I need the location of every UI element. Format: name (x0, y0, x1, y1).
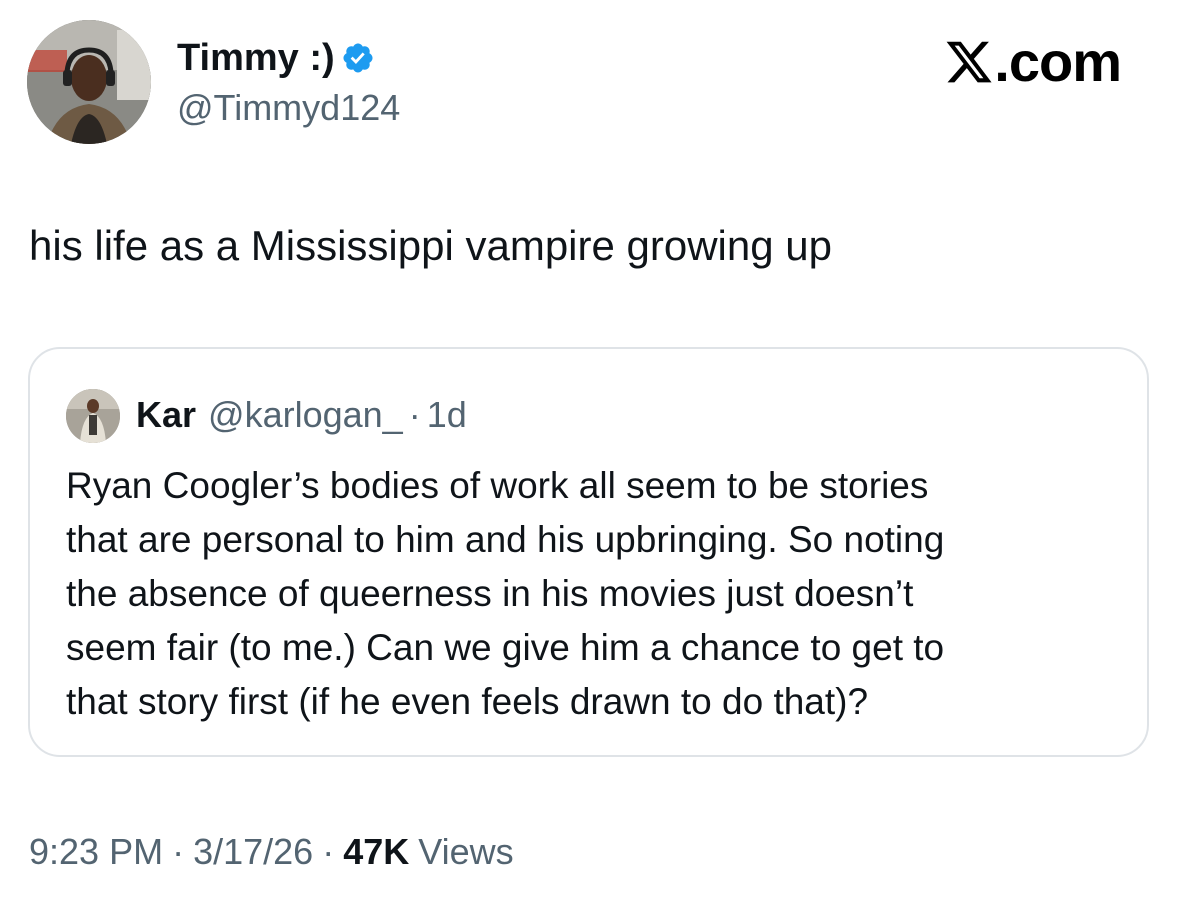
quoted-tweet-line: that story first (if he even feels drawn… (66, 681, 869, 722)
brand-domain-text: .com (994, 30, 1122, 93)
author-display-name[interactable]: Timmy :) (177, 36, 335, 80)
quoted-tweet-card[interactable]: Kar @karlogan_ · 1d Ryan Coogler’s bodie… (28, 347, 1149, 757)
quoted-tweet-line: Ryan Coogler’s bodies of work all seem t… (66, 465, 929, 506)
verified-badge-icon[interactable] (341, 41, 375, 75)
quoted-tweet-line: seem fair (to me.) Can we give him a cha… (66, 627, 945, 668)
quoted-tweet-text: Ryan Coogler’s bodies of work all seem t… (66, 459, 1126, 729)
quoted-tweet-header: Kar @karlogan_ · 1d (136, 391, 467, 439)
header-separator: · (408, 394, 421, 435)
tweet-text: his life as a Mississippi vampire growin… (29, 222, 832, 269)
author-name-row: Timmy :) (177, 36, 375, 80)
meta-separator: · (172, 831, 185, 872)
views-count[interactable]: 47K (343, 828, 409, 876)
x-logo-icon (944, 37, 994, 87)
meta-separator: · (322, 831, 335, 872)
tweet-time[interactable]: 9:23 PM (29, 828, 163, 876)
quoted-tweet-line: the absence of queerness in his movies j… (66, 573, 914, 614)
quoted-tweet-line: that are personal to him and his upbring… (66, 519, 945, 560)
quoted-author-name[interactable]: Kar (136, 391, 196, 439)
tweet-meta: 9:23 PM · 3/17/26 · 47K Views (29, 828, 514, 876)
quoted-tweet-time[interactable]: 1d (427, 391, 467, 439)
author-avatar[interactable] (27, 20, 151, 144)
tweet-date[interactable]: 3/17/26 (193, 828, 313, 876)
quoted-author-handle[interactable]: @karlogan_ (208, 391, 403, 439)
views-label: Views (418, 831, 514, 872)
brand-watermark: .com (944, 30, 1122, 94)
author-handle[interactable]: @Timmyd124 (177, 86, 400, 130)
author-avatar-photo (27, 20, 151, 144)
quoted-author-avatar-photo (66, 389, 120, 443)
quoted-author-avatar[interactable] (66, 389, 120, 443)
